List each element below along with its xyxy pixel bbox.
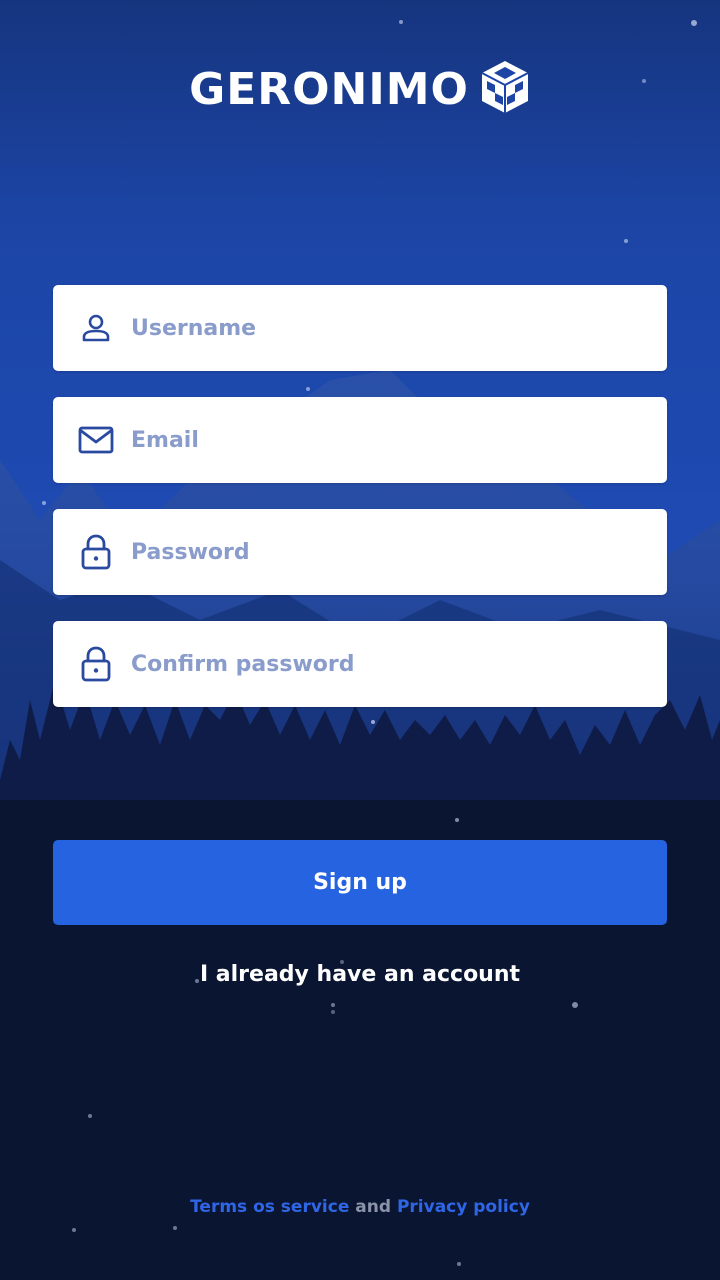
password-input[interactable]: [129, 538, 633, 566]
cube-icon: [481, 61, 529, 113]
terms-of-service-link[interactable]: Terms os service: [190, 1197, 349, 1217]
lock-icon: [78, 646, 114, 682]
footer-legal: Terms os service and Privacy policy: [0, 1194, 720, 1220]
app-logo: GERONIMO: [0, 58, 720, 120]
already-have-account-link[interactable]: I already have an account: [0, 958, 720, 992]
confirm-password-input[interactable]: [129, 650, 633, 678]
username-field[interactable]: [53, 285, 667, 371]
password-field[interactable]: [53, 509, 667, 595]
confirm-password-field[interactable]: [53, 621, 667, 707]
privacy-policy-link[interactable]: Privacy policy: [397, 1197, 530, 1217]
mail-icon: [78, 422, 114, 458]
user-icon: [78, 310, 114, 346]
signup-button[interactable]: Sign up: [53, 840, 667, 925]
brand-name: GERONIMO: [189, 64, 469, 115]
lock-icon: [78, 534, 114, 570]
username-input[interactable]: [129, 314, 633, 342]
footer-conjunction: and: [355, 1197, 392, 1217]
email-input[interactable]: [129, 426, 633, 454]
email-field[interactable]: [53, 397, 667, 483]
